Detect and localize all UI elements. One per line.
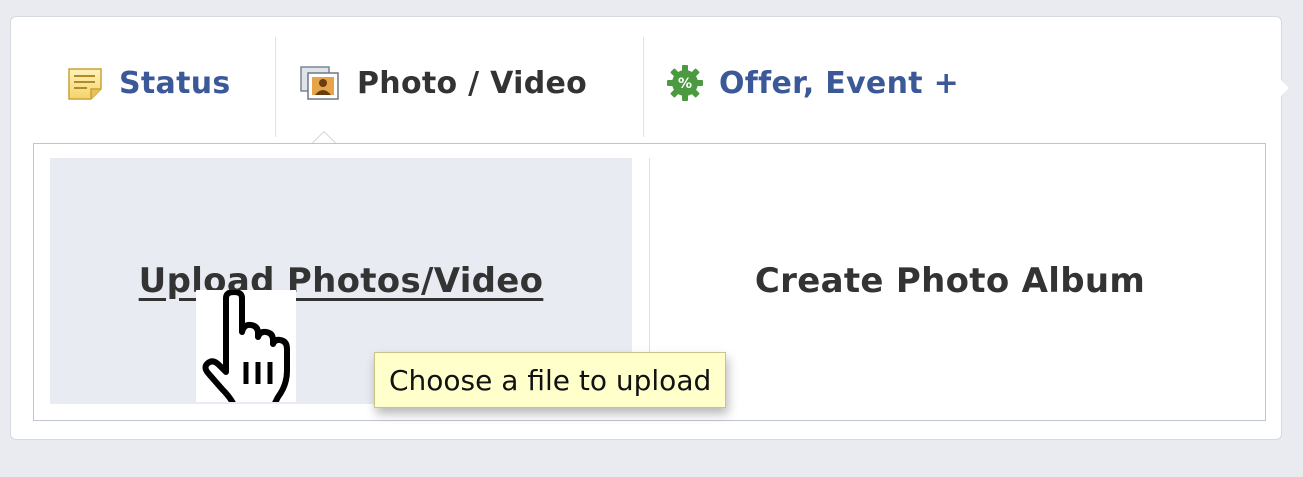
tab-photo-video-label: Photo / Video	[357, 65, 588, 101]
composer-tab-bar: Status Photo / Video % Offer, Event +	[11, 17, 1281, 141]
tab-offer-event-label: Offer, Event +	[719, 65, 960, 101]
tab-divider	[275, 37, 276, 137]
tab-offer-event[interactable]: % Offer, Event +	[665, 37, 995, 129]
tab-status[interactable]: Status	[65, 37, 275, 129]
create-photo-album-option[interactable]: Create Photo Album	[650, 158, 1250, 404]
photo-icon	[300, 66, 339, 100]
tab-photo-video[interactable]: Photo / Video	[295, 37, 625, 129]
offer-gear-icon: %	[667, 65, 703, 101]
tab-status-label: Status	[119, 65, 231, 101]
upload-tooltip: Choose a file to upload	[374, 352, 727, 408]
tooltip-text: Choose a file to upload	[389, 363, 712, 397]
hand-pointer-cursor-icon	[196, 289, 296, 408]
create-photo-album-label: Create Photo Album	[754, 261, 1146, 301]
status-note-icon	[68, 68, 102, 100]
tab-divider	[643, 37, 644, 137]
svg-text:%: %	[678, 76, 692, 92]
composer-arrow	[1280, 79, 1289, 97]
